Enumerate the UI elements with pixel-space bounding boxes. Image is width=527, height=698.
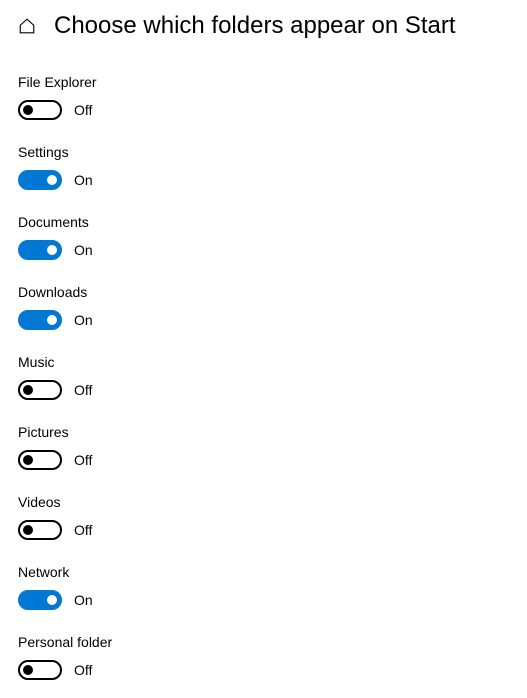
toggle-music[interactable]	[18, 380, 62, 400]
toggle-knob-icon	[23, 455, 33, 465]
toggle-knob-icon	[23, 665, 33, 675]
toggle-settings[interactable]	[18, 170, 62, 190]
toggle-knob-icon	[23, 385, 33, 395]
toggle-knob-icon	[47, 245, 57, 255]
toggle-knob-icon	[47, 595, 57, 605]
toggle-downloads[interactable]	[18, 310, 62, 330]
setting-music: Music Off	[18, 354, 509, 400]
toggle-row: On	[18, 590, 509, 610]
page-title: Choose which folders appear on Start	[54, 12, 456, 40]
toggle-state-label: On	[74, 172, 93, 188]
setting-pictures: Pictures Off	[18, 424, 509, 470]
toggle-row: Off	[18, 450, 509, 470]
setting-documents: Documents On	[18, 214, 509, 260]
setting-personal-folder: Personal folder Off	[18, 634, 509, 680]
setting-label: Documents	[18, 214, 509, 230]
toggle-state-label: Off	[74, 662, 92, 678]
toggle-videos[interactable]	[18, 520, 62, 540]
toggle-state-label: On	[74, 592, 93, 608]
toggle-documents[interactable]	[18, 240, 62, 260]
home-icon[interactable]	[18, 17, 36, 35]
toggle-knob-icon	[47, 175, 57, 185]
toggle-pictures[interactable]	[18, 450, 62, 470]
toggle-row: Off	[18, 520, 509, 540]
toggle-row: On	[18, 310, 509, 330]
toggle-row: Off	[18, 660, 509, 680]
setting-label: Network	[18, 564, 509, 580]
toggle-row: Off	[18, 100, 509, 120]
setting-network: Network On	[18, 564, 509, 610]
setting-downloads: Downloads On	[18, 284, 509, 330]
setting-label: Downloads	[18, 284, 509, 300]
toggle-knob-icon	[23, 105, 33, 115]
page-header: Choose which folders appear on Start	[0, 0, 527, 54]
setting-label: Settings	[18, 144, 509, 160]
toggle-state-label: Off	[74, 522, 92, 538]
setting-label: Videos	[18, 494, 509, 510]
setting-file-explorer: File Explorer Off	[18, 74, 509, 120]
setting-label: File Explorer	[18, 74, 509, 90]
setting-settings: Settings On	[18, 144, 509, 190]
setting-label: Music	[18, 354, 509, 370]
toggle-knob-icon	[23, 525, 33, 535]
toggle-state-label: Off	[74, 102, 92, 118]
toggle-network[interactable]	[18, 590, 62, 610]
settings-list: File ExplorerOffSettingsOnDocumentsOnDow…	[0, 54, 527, 680]
toggle-row: On	[18, 170, 509, 190]
toggle-state-label: Off	[74, 452, 92, 468]
setting-videos: Videos Off	[18, 494, 509, 540]
setting-label: Pictures	[18, 424, 509, 440]
toggle-row: Off	[18, 380, 509, 400]
toggle-row: On	[18, 240, 509, 260]
toggle-state-label: Off	[74, 382, 92, 398]
toggle-personal-folder[interactable]	[18, 660, 62, 680]
toggle-knob-icon	[47, 315, 57, 325]
toggle-state-label: On	[74, 242, 93, 258]
setting-label: Personal folder	[18, 634, 509, 650]
toggle-state-label: On	[74, 312, 93, 328]
toggle-file-explorer[interactable]	[18, 100, 62, 120]
